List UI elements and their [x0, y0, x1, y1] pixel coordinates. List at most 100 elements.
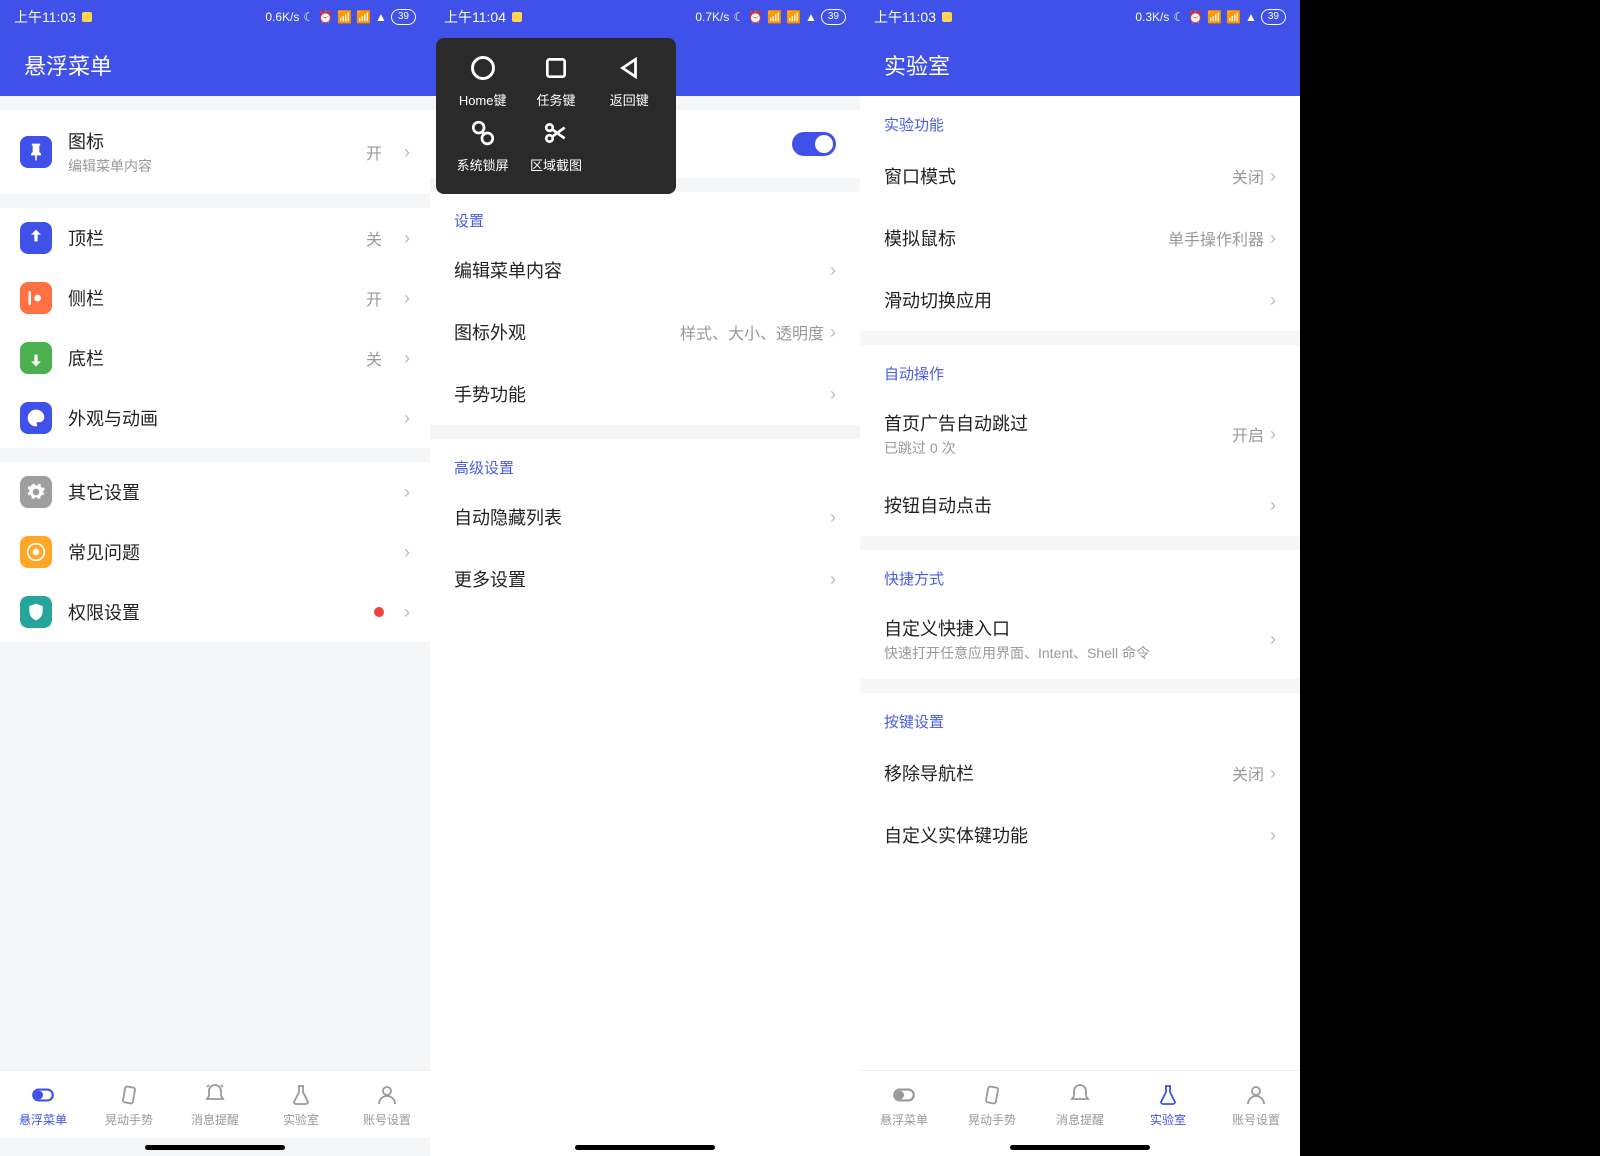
content-scroll[interactable]: 开关 设置 编辑菜单内容› 图标外观样式、大小、透明度› 手势功能› 高级设置 …: [430, 96, 860, 1138]
item-sub: 编辑菜单内容: [68, 156, 350, 176]
signal-icon: 📶: [1207, 10, 1222, 24]
home-indicator[interactable]: [430, 1138, 860, 1156]
moon-icon: ☾: [303, 10, 314, 24]
lock-icon: [467, 117, 499, 149]
content-scroll[interactable]: 实验功能 窗口模式关闭› 模拟鼠标单手操作利器› 滑动切换应用› 自动操作 首页…: [860, 96, 1300, 1070]
topbar-icon: [20, 222, 52, 254]
section-header: 实验功能: [860, 96, 1300, 145]
item-title: 其它设置: [68, 479, 388, 505]
network-speed: 0.3K/s: [1135, 10, 1169, 24]
chevron-right-icon: ›: [1270, 228, 1276, 249]
content-scroll[interactable]: 图标 编辑菜单内容 开 › 顶栏 关 › 侧栏 开 › 底栏 关 › 外观与动画: [0, 96, 430, 1070]
user-icon: [374, 1082, 400, 1108]
signal-icon-2: 📶: [786, 10, 801, 24]
item-sidebar[interactable]: 侧栏 开 ›: [0, 268, 430, 328]
item-icon-settings[interactable]: 图标 编辑菜单内容 开 ›: [0, 110, 430, 194]
network-speed: 0.6K/s: [265, 10, 299, 24]
item-topbar[interactable]: 顶栏 关 ›: [0, 208, 430, 268]
item-title: 顶栏: [68, 225, 350, 251]
floating-menu-popup[interactable]: Home键 任务键 返回键 系统锁屏 区域截图: [436, 38, 676, 194]
nav-float-menu[interactable]: 悬浮菜单: [860, 1071, 948, 1138]
item-appearance[interactable]: 外观与动画 ›: [0, 388, 430, 448]
triangle-icon: [613, 52, 645, 84]
network-speed: 0.7K/s: [695, 10, 729, 24]
item-icon-appearance[interactable]: 图标外观样式、大小、透明度›: [430, 301, 860, 363]
item-faq[interactable]: 常见问题 ›: [0, 522, 430, 582]
chevron-right-icon: ›: [404, 602, 410, 623]
item-ad-skip[interactable]: 首页广告自动跳过已跳过 0 次 开启›: [860, 394, 1300, 474]
chevron-right-icon: ›: [404, 482, 410, 503]
status-time: 上午11:03: [14, 7, 76, 27]
switch-toggle[interactable]: [792, 132, 836, 156]
moon-icon: ☾: [733, 10, 744, 24]
item-slide-switch[interactable]: 滑动切换应用›: [860, 269, 1300, 331]
signal-icon-2: 📶: [1226, 10, 1241, 24]
item-auto-click[interactable]: 按钮自动点击›: [860, 474, 1300, 536]
item-window-mode[interactable]: 窗口模式关闭›: [860, 145, 1300, 207]
toggle-icon: [30, 1082, 56, 1108]
home-indicator[interactable]: [0, 1138, 430, 1156]
chevron-right-icon: ›: [404, 542, 410, 563]
chevron-right-icon: ›: [404, 288, 410, 309]
status-time: 上午11:03: [874, 7, 936, 27]
item-more[interactable]: 更多设置›: [430, 548, 860, 610]
chevron-right-icon: ›: [830, 569, 836, 590]
nav-notify[interactable]: 消息提醒: [1036, 1071, 1124, 1138]
item-title: 常见问题: [68, 539, 388, 565]
toggle-icon: [891, 1082, 917, 1108]
item-mouse[interactable]: 模拟鼠标单手操作利器›: [860, 207, 1300, 269]
signal-icon: 📶: [767, 10, 782, 24]
popup-screenshot[interactable]: 区域截图: [521, 117, 591, 174]
popup-back[interactable]: 返回键: [594, 52, 664, 109]
home-indicator[interactable]: [860, 1138, 1300, 1156]
nav-shake[interactable]: 晃动手势: [948, 1071, 1036, 1138]
popup-tasks[interactable]: 任务键: [521, 52, 591, 109]
item-shortcut[interactable]: 自定义快捷入口快速打开任意应用界面、Intent、Shell 命令 ›: [860, 599, 1300, 679]
recording-indicator-icon: [82, 12, 92, 22]
alarm-icon: ⏰: [318, 10, 333, 24]
alarm-icon: ⏰: [748, 10, 763, 24]
shake-icon: [979, 1082, 1005, 1108]
item-autohide[interactable]: 自动隐藏列表›: [430, 486, 860, 548]
signal-icon-2: 📶: [356, 10, 371, 24]
chevron-right-icon: ›: [404, 228, 410, 249]
nav-account[interactable]: 账号设置: [1212, 1071, 1300, 1138]
chevron-right-icon: ›: [404, 348, 410, 369]
nav-shake[interactable]: 晃动手势: [86, 1071, 172, 1138]
item-value: 关: [366, 346, 382, 370]
popup-lock[interactable]: 系统锁屏: [448, 117, 518, 174]
alarm-icon: ⏰: [1188, 10, 1203, 24]
nav-lab[interactable]: 实验室: [258, 1071, 344, 1138]
item-permissions[interactable]: 权限设置 ›: [0, 582, 430, 642]
bell-icon: [1067, 1082, 1093, 1108]
chevron-right-icon: ›: [404, 408, 410, 429]
battery-icon: 39: [821, 9, 846, 25]
nav-notify[interactable]: 消息提醒: [172, 1071, 258, 1138]
pin-icon: [20, 136, 52, 168]
status-bar: 上午11:04 0.7K/s ☾ ⏰ 📶 📶 ▲ 39: [430, 0, 860, 34]
battery-icon: 39: [1261, 9, 1286, 25]
chevron-right-icon: ›: [1270, 629, 1276, 650]
section-header: 快捷方式: [860, 550, 1300, 599]
bottombar-icon: [20, 342, 52, 374]
item-title: 图标: [68, 128, 350, 154]
chevron-right-icon: ›: [1270, 825, 1276, 846]
flask-icon: [288, 1082, 314, 1108]
item-value: 开: [366, 140, 382, 164]
section-header: 高级设置: [430, 439, 860, 486]
popup-home[interactable]: Home键: [448, 52, 518, 109]
palette-icon: [20, 402, 52, 434]
app-bar: 实验室: [860, 34, 1300, 96]
item-other[interactable]: 其它设置 ›: [0, 462, 430, 522]
nav-float-menu[interactable]: 悬浮菜单: [0, 1071, 86, 1138]
sidebar-icon: [20, 282, 52, 314]
item-remove-nav[interactable]: 移除导航栏关闭›: [860, 742, 1300, 804]
page-title: 实验室: [884, 49, 950, 81]
bell-icon: [202, 1082, 228, 1108]
item-custom-keys[interactable]: 自定义实体键功能›: [860, 804, 1300, 866]
item-gesture[interactable]: 手势功能›: [430, 363, 860, 425]
item-bottombar[interactable]: 底栏 关 ›: [0, 328, 430, 388]
nav-lab[interactable]: 实验室: [1124, 1071, 1212, 1138]
item-edit-menu[interactable]: 编辑菜单内容›: [430, 239, 860, 301]
nav-account[interactable]: 账号设置: [344, 1071, 430, 1138]
